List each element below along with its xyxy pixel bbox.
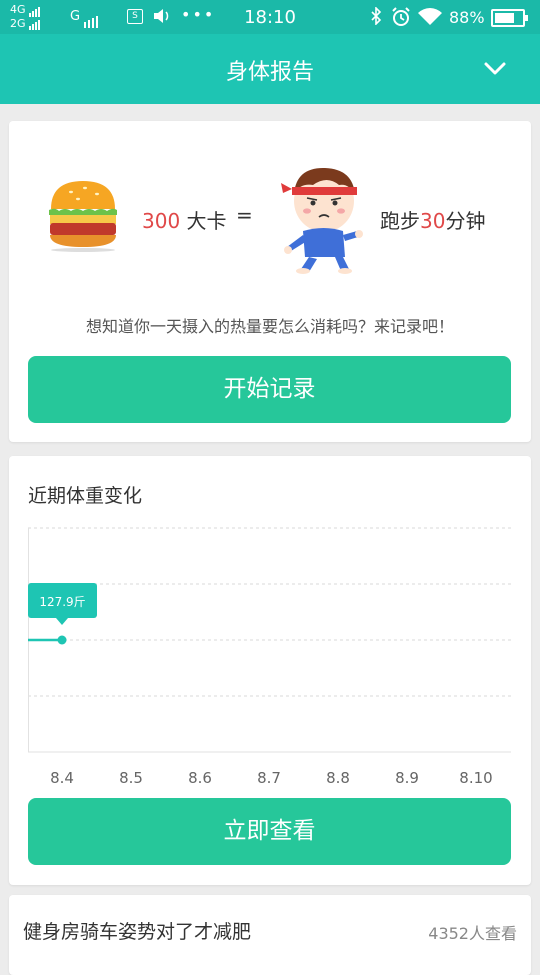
wifi-icon: [418, 8, 442, 25]
runner-illustration: [281, 167, 363, 274]
calorie-unit: 大卡: [186, 209, 227, 233]
calorie-number: 300: [142, 209, 181, 233]
data-label: 127.9斤: [39, 595, 85, 609]
run-minutes: 30: [420, 209, 446, 233]
weight-chart: 8.4 8.5 8.6 8.7 8.8 8.9 8.10 127.9斤: [28, 527, 511, 787]
battery-percent: 88%: [449, 8, 485, 27]
view-now-button[interactable]: 立即查看: [28, 798, 511, 865]
calorie-card: 300 大卡 = 跑步30分钟 想知道你一天摄入的热量要怎么消耗吗？来记录吧！ …: [9, 121, 531, 442]
x-tick-label: 8.4: [50, 769, 74, 787]
x-tick-label: 8.9: [395, 769, 419, 787]
data-point: [57, 635, 67, 645]
burger-icon: [49, 181, 117, 252]
equals-sign: =: [236, 203, 253, 227]
app-header: 身体报告: [0, 34, 540, 104]
chevron-down-icon[interactable]: [482, 56, 508, 82]
alarm-icon: [392, 7, 410, 26]
run-unit: 分钟: [445, 209, 486, 233]
bluetooth-icon: [371, 7, 382, 25]
status-bar: 4G 2G G S ••• 18:10 88%: [0, 0, 540, 34]
article-view-count: 4352人查看: [428, 924, 517, 943]
weight-card: 近期体重变化 8.4 8.5 8.6 8.7 8.8 8.9 8.10 127.9斤 立即查看: [9, 456, 531, 885]
battery-fill: [495, 13, 514, 23]
calorie-amount: 300 大卡: [142, 205, 227, 234]
x-tick-label: 8.8: [326, 769, 350, 787]
calorie-prompt: 想知道你一天摄入的热量要怎么消耗吗？来记录吧！: [85, 317, 454, 336]
article-title[interactable]: 健身房骑车姿势对了才减肥: [23, 917, 251, 944]
run-equivalent: 跑步30分钟: [380, 205, 485, 234]
start-record-button[interactable]: 开始记录: [28, 356, 511, 423]
battery-icon: [491, 9, 528, 27]
data-label-pointer: [56, 618, 68, 625]
x-tick-label: 8.10: [459, 769, 492, 787]
x-tick-label: 8.6: [188, 769, 212, 787]
x-tick-label: 8.7: [257, 769, 281, 787]
run-prefix: 跑步: [380, 209, 420, 233]
page-title: 身体报告: [225, 60, 314, 85]
article-card[interactable]: 健身房骑车姿势对了才减肥 4352人查看: [9, 895, 531, 975]
x-tick-label: 8.5: [119, 769, 143, 787]
